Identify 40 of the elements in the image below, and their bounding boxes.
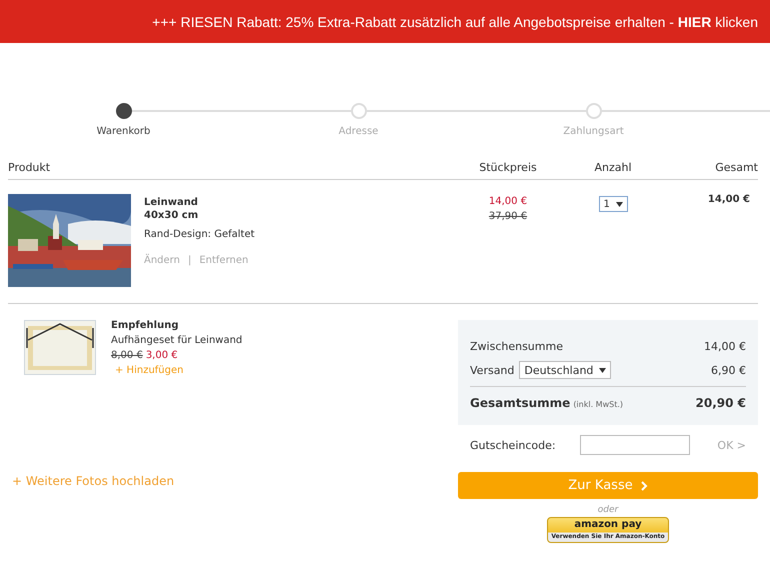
separator: | (188, 255, 192, 266)
add-link[interactable]: + Hinzufügen (111, 365, 184, 376)
step-label: Zahlungsart (563, 126, 624, 137)
step-label: Warenkorb (96, 126, 150, 137)
promo-text[interactable]: +++ RIESEN Rabatt: 25% Extra-Rabatt zusätzlich auf alle Angebotspreise erhalten - HIER klicken (152, 14, 758, 30)
column-header: Stückpreis (478, 161, 538, 174)
shipping-value: 6,90 € (711, 364, 746, 376)
product-option: Rand-Design: Gefaltet (144, 229, 468, 240)
column-header: Anzahl (593, 161, 633, 174)
chevron-icon (640, 480, 648, 490)
coupon-field[interactable] (580, 435, 690, 455)
product-title: Leinwand (144, 196, 199, 209)
checkout-button[interactable]: Zur Kasse (458, 472, 758, 499)
column-header: Gesamt (714, 161, 758, 174)
upload-link[interactable]: + Weitere Fotos hochladen (12, 474, 450, 488)
remove-link[interactable]: Entfernen (199, 255, 248, 266)
tax-note: (inkl. MwSt.) (573, 400, 623, 409)
recommendation-name: Aufhängeset für Leinwand (111, 334, 242, 348)
total-label: Gesamtsumme (470, 396, 570, 410)
total-value: 20,90 € (696, 396, 746, 410)
step-label: Adresse (338, 126, 378, 137)
sale-price: 3,00 € (146, 349, 178, 363)
edit-link[interactable]: Ändern (144, 255, 180, 266)
old-price: 8,00 € (111, 349, 143, 363)
country-select[interactable]: Deutschland (519, 361, 612, 379)
coupon-label: Gutscheincode: (470, 438, 557, 452)
or-text: oder (596, 505, 620, 515)
recommendation-heading: Empfehlung (111, 319, 180, 333)
old-price: 37,90 € (488, 210, 528, 224)
column-header: Produkt (8, 161, 52, 174)
quantity-select[interactable]: 1 (598, 196, 628, 212)
shipping-label: Versand (470, 364, 514, 376)
subtotal-value: 14,00 € (704, 340, 746, 352)
sale-price: 14,00 € (488, 195, 528, 209)
subtotal-label: Zwischensumme (470, 340, 563, 352)
caret-icon (616, 202, 622, 206)
product-size: 40x30 cm (144, 209, 200, 222)
line-total: 14,00 € (706, 194, 751, 207)
coupon-submit-link[interactable]: OK > (717, 438, 746, 452)
caret-icon (599, 368, 606, 372)
